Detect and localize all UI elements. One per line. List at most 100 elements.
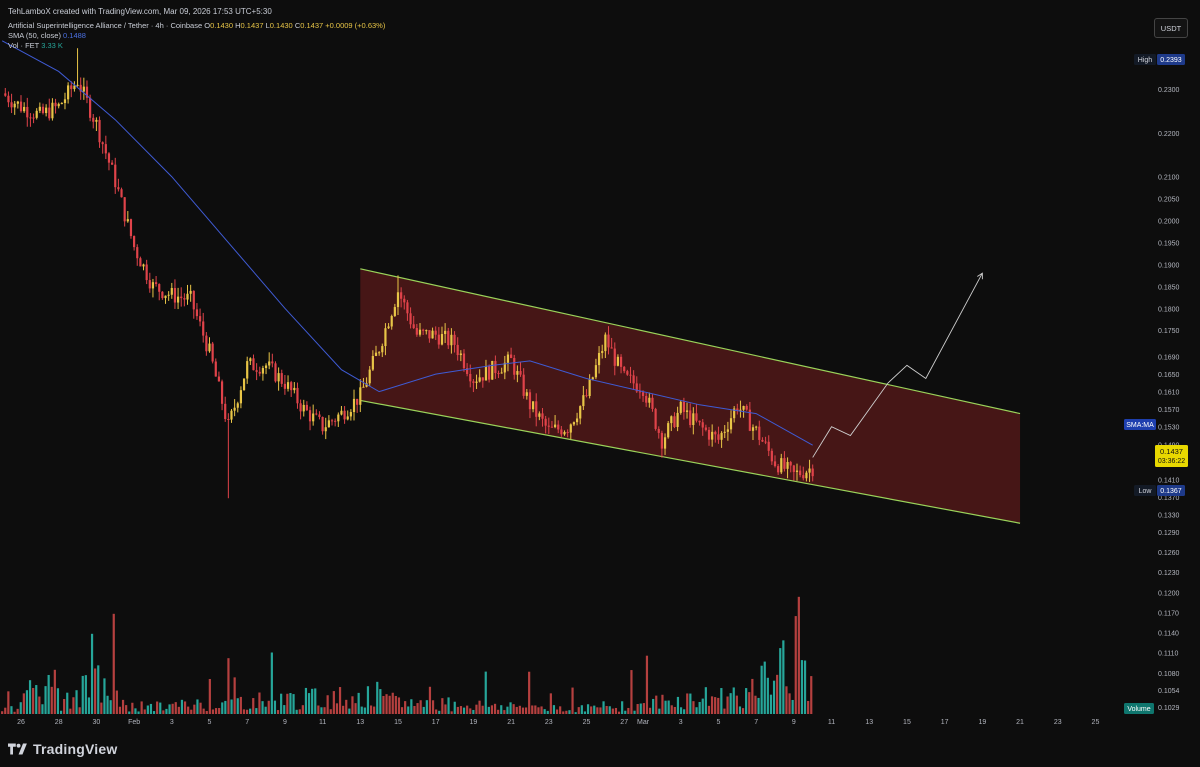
candle-body[interactable]	[588, 379, 591, 397]
candle-body[interactable]	[695, 413, 698, 421]
candle-body[interactable]	[808, 468, 811, 473]
candle-body[interactable]	[594, 365, 598, 378]
candle-body[interactable]	[764, 441, 767, 443]
candle-body[interactable]	[619, 356, 623, 367]
candle-body[interactable]	[76, 84, 79, 86]
candle-body[interactable]	[513, 358, 516, 375]
candle-body[interactable]	[478, 377, 481, 382]
candle-body[interactable]	[525, 392, 528, 396]
candle-body[interactable]	[180, 296, 183, 299]
candle-body[interactable]	[374, 352, 378, 356]
candle-body[interactable]	[453, 334, 456, 345]
candle-body[interactable]	[274, 363, 277, 382]
candle-body[interactable]	[233, 407, 236, 411]
candle-body[interactable]	[481, 377, 484, 381]
candle-body[interactable]	[161, 291, 164, 299]
candle-body[interactable]	[531, 401, 535, 410]
candle-body[interactable]	[692, 413, 695, 426]
candle-body[interactable]	[41, 106, 45, 114]
candle-body[interactable]	[246, 361, 249, 379]
candle-body[interactable]	[506, 354, 510, 363]
candle-body[interactable]	[308, 410, 312, 422]
candle-body[interactable]	[123, 197, 126, 222]
candle-body[interactable]	[170, 288, 173, 295]
candle-body[interactable]	[563, 431, 566, 435]
candle-body[interactable]	[217, 376, 221, 382]
candle-body[interactable]	[406, 302, 409, 314]
candle-body[interactable]	[271, 361, 274, 364]
candle-body[interactable]	[591, 377, 594, 380]
candle-body[interactable]	[717, 434, 720, 440]
candle-body[interactable]	[139, 258, 142, 267]
candle-body[interactable]	[296, 387, 299, 404]
candle-body[interactable]	[111, 162, 114, 165]
candle-body[interactable]	[330, 420, 334, 422]
candle-body[interactable]	[604, 334, 607, 352]
candle-body[interactable]	[422, 329, 425, 331]
candle-body[interactable]	[211, 343, 214, 362]
candle-body[interactable]	[258, 371, 261, 374]
candle-body[interactable]	[321, 416, 324, 432]
candle-body[interactable]	[312, 413, 315, 422]
candle-body[interactable]	[629, 374, 632, 376]
candle-body[interactable]	[799, 470, 802, 476]
candle-body[interactable]	[770, 450, 773, 462]
candle-body[interactable]	[252, 358, 255, 371]
candle-body[interactable]	[491, 360, 494, 380]
candle-body[interactable]	[359, 387, 362, 405]
candle-body[interactable]	[484, 366, 488, 381]
candle-body[interactable]	[494, 360, 497, 374]
candle-body[interactable]	[616, 356, 620, 366]
candle-body[interactable]	[510, 354, 513, 359]
candle-body[interactable]	[654, 408, 657, 429]
candle-body[interactable]	[632, 375, 635, 384]
candle-body[interactable]	[723, 431, 726, 433]
candle-body[interactable]	[450, 334, 453, 346]
candle-body[interactable]	[396, 292, 400, 308]
candle-body[interactable]	[623, 366, 626, 372]
candle-body[interactable]	[186, 293, 189, 300]
candle-body[interactable]	[346, 416, 349, 420]
candle-body[interactable]	[761, 439, 764, 442]
candle-body[interactable]	[566, 431, 569, 433]
candle-body[interactable]	[167, 294, 170, 296]
candle-body[interactable]	[792, 465, 795, 472]
candle-body[interactable]	[60, 103, 63, 105]
candle-body[interactable]	[597, 352, 601, 366]
candle-body[interactable]	[368, 369, 371, 384]
candle-body[interactable]	[371, 355, 374, 370]
candle-body[interactable]	[117, 187, 120, 190]
candle-body[interactable]	[409, 313, 412, 325]
candle-body[interactable]	[183, 298, 186, 300]
candle-body[interactable]	[337, 414, 340, 422]
candle-body[interactable]	[205, 335, 208, 352]
candle-body[interactable]	[126, 219, 129, 222]
candle-body[interactable]	[242, 378, 246, 391]
candle-body[interactable]	[412, 324, 415, 329]
candle-body[interactable]	[378, 352, 381, 354]
candle-body[interactable]	[214, 361, 217, 377]
candle-body[interactable]	[745, 406, 748, 410]
candle-body[interactable]	[613, 348, 616, 366]
candle-body[interactable]	[403, 298, 406, 303]
candle-body[interactable]	[142, 264, 145, 267]
candle-body[interactable]	[557, 424, 560, 430]
candle-body[interactable]	[783, 458, 786, 469]
candle-body[interactable]	[107, 153, 111, 163]
candle-body[interactable]	[431, 330, 434, 339]
candle-body[interactable]	[651, 397, 654, 409]
candle-body[interactable]	[192, 290, 195, 310]
candle-body[interactable]	[648, 397, 651, 403]
candle-body[interactable]	[104, 144, 107, 154]
candle-body[interactable]	[663, 437, 667, 449]
candle-body[interactable]	[497, 373, 500, 375]
candle-body[interactable]	[16, 101, 19, 104]
candle-body[interactable]	[714, 431, 717, 435]
candle-body[interactable]	[689, 410, 692, 426]
candle-body[interactable]	[488, 366, 491, 380]
candle-body[interactable]	[751, 427, 755, 431]
candle-body[interactable]	[381, 346, 384, 353]
candle-body[interactable]	[120, 189, 123, 198]
candle-body[interactable]	[516, 371, 519, 375]
candle-body[interactable]	[522, 374, 525, 396]
